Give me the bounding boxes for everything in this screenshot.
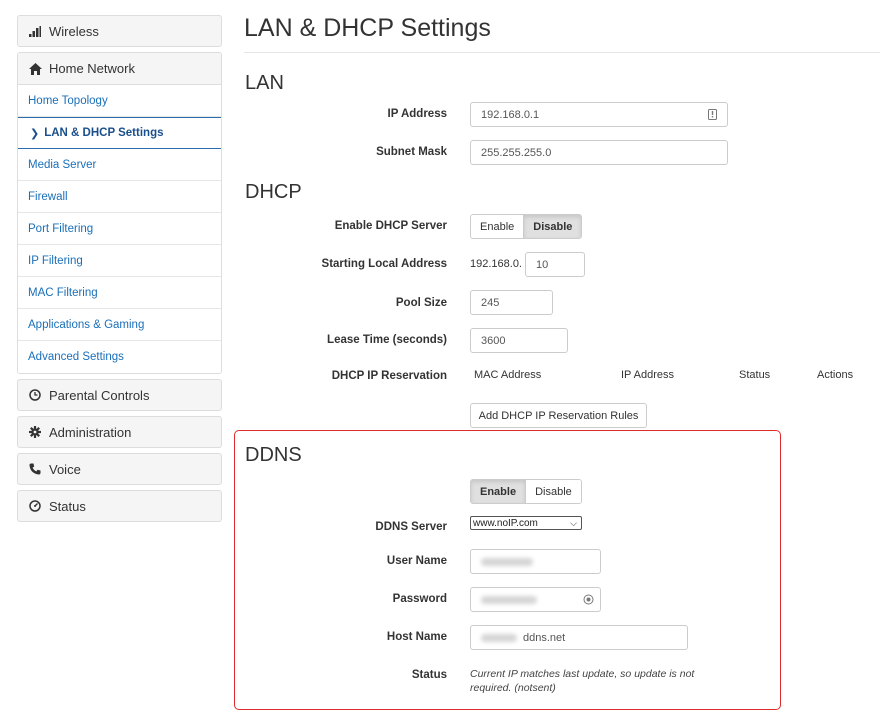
field-info-icon: [708, 109, 717, 123]
ip-address-field[interactable]: 192.168.0.1: [470, 102, 728, 127]
dhcp-enable-toggle: Enable Disable: [470, 214, 583, 239]
sidebar-item-label: Port Filtering: [28, 222, 94, 235]
username-field[interactable]: [470, 549, 601, 574]
reservation-col-mac: MAC Address: [474, 369, 542, 381]
sidebar-item-voice[interactable]: Voice: [17, 453, 222, 485]
sidebar-item-home-topology[interactable]: Home Topology: [18, 85, 221, 117]
reveal-password-icon[interactable]: [583, 594, 594, 608]
pool-size-label: Pool Size: [395, 297, 447, 309]
sidebar-item-label: LAN & DHCP Settings: [44, 127, 164, 139]
sidebar-item-port-filtering[interactable]: Port Filtering: [18, 213, 221, 245]
sidebar-item-parental-controls[interactable]: Parental Controls: [17, 379, 222, 411]
sidebar-item-advanced-settings[interactable]: Advanced Settings: [18, 341, 221, 373]
enable-dhcp-server-label: Enable DHCP Server: [334, 220, 447, 232]
sidebar-item-media-server[interactable]: Media Server: [18, 149, 221, 181]
gear-icon: [28, 425, 42, 439]
sidebar-item-label: MAC Filtering: [28, 286, 98, 299]
sidebar-item-label: Parental Controls: [49, 387, 150, 403]
starting-local-address-label: Starting Local Address: [321, 258, 447, 270]
dhcp-disable-button[interactable]: Disable: [523, 215, 582, 238]
sidebar: Wireless Home Network Home Topology ❯ LAN…: [17, 15, 222, 522]
reservation-col-ip: IP Address: [621, 369, 674, 381]
hostname-label: Host Name: [386, 631, 447, 643]
pool-size-field[interactable]: 245: [470, 290, 553, 315]
subnet-mask-field[interactable]: 255.255.255.0: [470, 140, 728, 165]
section-title-dhcp: DHCP: [245, 181, 302, 203]
chevron-down-icon: ⌵: [570, 518, 577, 528]
ddns-status-text: Current IP matches last update, so updat…: [470, 668, 695, 694]
dashboard-icon: [28, 499, 42, 513]
hostname-field[interactable]: ddns.net: [470, 625, 688, 650]
dhcp-ip-reservation-label: DHCP IP Reservation: [331, 370, 447, 382]
password-field[interactable]: [470, 587, 601, 612]
sidebar-item-ip-filtering[interactable]: IP Filtering: [18, 245, 221, 277]
ddns-enable-button[interactable]: Enable: [471, 480, 526, 503]
phone-icon: [28, 462, 42, 476]
subnet-mask-label: Subnet Mask: [376, 146, 447, 158]
ip-address-label: IP Address: [387, 108, 447, 120]
page-title: LAN & DHCP Settings: [244, 14, 880, 53]
sidebar-item-status[interactable]: Status: [17, 490, 222, 522]
dhcp-enable-button[interactable]: Enable: [471, 215, 524, 238]
sidebar-item-firewall[interactable]: Firewall: [18, 181, 221, 213]
sidebar-item-label: Administration: [49, 424, 132, 440]
pool-size-value: 245: [481, 296, 500, 309]
sidebar-item-lan-dhcp-settings[interactable]: ❯ LAN & DHCP Settings: [18, 117, 221, 149]
sidebar-item-label: Status: [49, 498, 86, 514]
password-label: Password: [392, 593, 447, 605]
sidebar-item-label: Wireless: [49, 23, 99, 39]
lease-time-value: 3600: [481, 334, 506, 347]
sidebar-item-label: IP Filtering: [28, 254, 83, 267]
sidebar-item-label: Applications & Gaming: [28, 318, 145, 331]
ddns-server-value: www.noIP.com: [473, 517, 538, 529]
sidebar-item-home-network[interactable]: Home Network: [18, 53, 221, 85]
sidebar-item-mac-filtering[interactable]: MAC Filtering: [18, 277, 221, 309]
redacted-hostname: [481, 633, 517, 642]
sidebar-group-home-network: Home Network Home Topology ❯ LAN & DHCP S…: [17, 52, 222, 374]
lease-time-field[interactable]: 3600: [470, 328, 568, 353]
username-label: User Name: [386, 555, 447, 567]
sidebar-item-label: Media Server: [28, 158, 97, 171]
home-icon: [28, 62, 42, 76]
subnet-mask-value: 255.255.255.0: [481, 146, 552, 159]
hostname-suffix: ddns.net: [523, 631, 566, 644]
section-title-lan: LAN: [245, 72, 284, 94]
ddns-status-label: Status: [411, 669, 447, 681]
lease-time-label: Lease Time (seconds): [327, 334, 447, 346]
sidebar-item-administration[interactable]: Administration: [17, 416, 222, 448]
sidebar-item-label: Home Topology: [28, 94, 108, 107]
starting-address-field[interactable]: 10: [525, 252, 585, 277]
starting-address-prefix: 192.168.0.: [470, 258, 522, 270]
add-dhcp-reservation-button[interactable]: Add DHCP IP Reservation Rules: [470, 403, 647, 428]
reservation-col-status: Status: [739, 369, 771, 381]
chevron-right-icon: ❯: [30, 127, 40, 140]
signal-bars-icon: [28, 24, 42, 38]
ddns-server-select[interactable]: www.noIP.com ⌵: [470, 516, 582, 530]
ddns-server-label: DDNS Server: [375, 521, 447, 533]
clock-icon: [28, 388, 42, 402]
sidebar-item-label: Voice: [49, 461, 81, 477]
ip-address-value: 192.168.0.1: [481, 108, 540, 121]
reservation-col-actions: Actions: [817, 369, 854, 381]
section-title-ddns: DDNS: [245, 444, 302, 466]
ddns-enable-toggle: Enable Disable: [470, 479, 582, 504]
sidebar-item-label: Home Network: [49, 61, 135, 76]
sidebar-item-applications-gaming[interactable]: Applications & Gaming: [18, 309, 221, 341]
redacted-password: [481, 595, 537, 604]
sidebar-item-wireless[interactable]: Wireless: [17, 15, 222, 47]
starting-address-value: 10: [536, 258, 549, 271]
redacted-username: [481, 557, 533, 566]
sidebar-item-label: Firewall: [28, 190, 68, 203]
ddns-disable-button[interactable]: Disable: [525, 480, 581, 503]
sidebar-item-label: Advanced Settings: [28, 351, 124, 363]
